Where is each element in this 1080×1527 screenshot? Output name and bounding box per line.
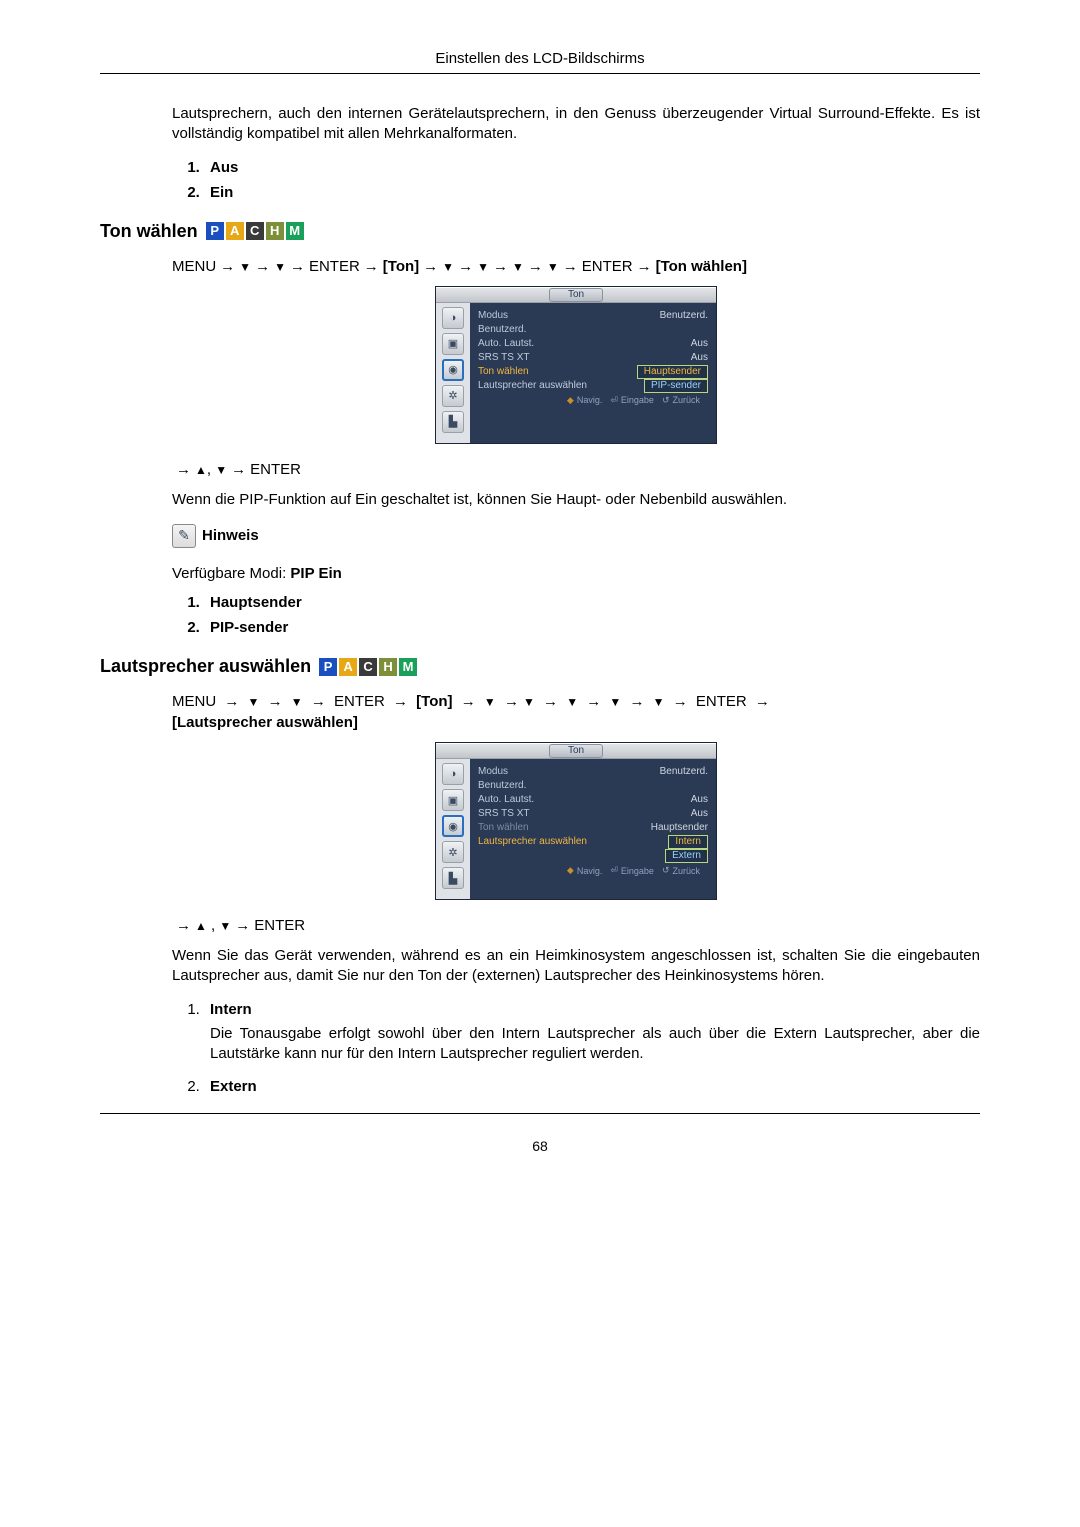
osd-label: Ton wählen bbox=[478, 821, 529, 835]
osd-value: PIP-sender bbox=[644, 379, 708, 393]
list-item: Aus bbox=[204, 159, 980, 176]
osd-value: Aus bbox=[691, 337, 708, 351]
osd-value: Benutzerd. bbox=[660, 309, 708, 323]
nav-token: ENTER bbox=[582, 258, 633, 275]
nav-token: ENTER bbox=[696, 693, 747, 710]
osd-value: Aus bbox=[691, 793, 708, 807]
osd-label: Lautsprecher auswählen bbox=[478, 379, 587, 393]
badge-m-icon: M bbox=[286, 222, 304, 240]
badge-p-icon: P bbox=[319, 658, 337, 676]
list-item: Intern Die Tonausgabe erfolgt sowohl übe… bbox=[204, 1001, 980, 1065]
badge-h-icon: H bbox=[379, 658, 397, 676]
note-line: ✎ Hinweis bbox=[172, 524, 980, 548]
osd-value: Aus bbox=[691, 351, 708, 365]
osd-selected-value: Hauptsender bbox=[637, 365, 708, 379]
sound-icon: ◉ bbox=[442, 359, 464, 381]
nav-token: MENU bbox=[172, 693, 216, 710]
nav-path-after-osd: →▲, ▼→ENTER bbox=[172, 459, 980, 480]
badge-h-icon: H bbox=[266, 222, 284, 240]
section-heading-ton-waehlen: Ton wählen P A C H M bbox=[100, 221, 980, 242]
sender-list: Hauptsender PIP-sender bbox=[172, 594, 980, 636]
nav-token: ENTER bbox=[250, 461, 301, 478]
osd-label: Modus bbox=[478, 765, 508, 779]
osd-selected-value: Intern bbox=[668, 835, 708, 849]
osd-label: Benutzerd. bbox=[478, 779, 526, 793]
section-title: Lautsprecher auswählen bbox=[100, 656, 311, 677]
available-modes: Verfügbare Modi: PIP Ein bbox=[172, 564, 980, 584]
nav-token: [Ton] bbox=[383, 258, 419, 275]
osd-label: Auto. Lautst. bbox=[478, 337, 534, 351]
osd-label: Benutzerd. bbox=[478, 323, 526, 337]
mode-badges: P A C H M bbox=[206, 222, 304, 240]
nav-token: [Ton] bbox=[416, 693, 452, 710]
intro-list: Aus Ein bbox=[172, 159, 980, 201]
list-item: Ein bbox=[204, 184, 980, 201]
badge-a-icon: A bbox=[226, 222, 244, 240]
osd-sidebar: ◑ ▣ ◉ ✲ ▙ bbox=[436, 303, 470, 443]
osd-label: Auto. Lautst. bbox=[478, 793, 534, 807]
osd-footer: ◆Navig. ⏎Eingabe ↺Zurück bbox=[478, 863, 708, 880]
osd-screenshot-ton-waehlen: Ton ◑ ▣ ◉ ✲ ▙ ModusBenutzerd. Benutzerd. bbox=[436, 287, 716, 443]
nav-token: [Lautsprecher auswählen] bbox=[172, 714, 358, 731]
pip-paragraph: Wenn die PIP-Funktion auf Ein geschaltet… bbox=[172, 490, 980, 510]
osd-screenshot-lautsprecher: Ton ◑ ▣ ◉ ✲ ▙ ModusBenutzerd. Benutzerd. bbox=[436, 743, 716, 899]
input-icon: ▣ bbox=[442, 789, 464, 811]
osd-sidebar: ◑ ▣ ◉ ✲ ▙ bbox=[436, 759, 470, 899]
speaker-list: Intern Die Tonausgabe erfolgt sowohl übe… bbox=[172, 1001, 980, 1096]
section-title: Ton wählen bbox=[100, 221, 198, 242]
heimkino-paragraph: Wenn Sie das Gerät verwenden, während es… bbox=[172, 946, 980, 987]
badge-c-icon: C bbox=[246, 222, 264, 240]
osd-label: SRS TS XT bbox=[478, 351, 530, 365]
osd-label: Lautsprecher auswählen bbox=[478, 835, 587, 849]
osd-label: Ton wählen bbox=[478, 365, 529, 379]
badge-m-icon: M bbox=[399, 658, 417, 676]
list-item: Extern bbox=[204, 1078, 980, 1095]
multi-icon: ▙ bbox=[442, 411, 464, 433]
osd-title: Ton bbox=[549, 744, 603, 758]
list-item-label: Extern bbox=[210, 1078, 257, 1095]
nav-path-ton-waehlen: MENU→▼→▼→ENTER→[Ton]→▼→▼→▼→▼→ENTER→[Ton … bbox=[172, 256, 980, 277]
osd-footer: ◆Navig. ⏎Eingabe ↺Zurück bbox=[478, 393, 708, 410]
nav-path-after-osd-2: →▲ , ▼→ENTER bbox=[172, 915, 980, 936]
badge-c-icon: C bbox=[359, 658, 377, 676]
nav-path-lautsprecher: MENU → ▼ → ▼ → ENTER → [Ton] → ▼ →▼ → ▼ … bbox=[172, 691, 980, 733]
page-number: 68 bbox=[0, 1138, 1080, 1154]
osd-label: Modus bbox=[478, 309, 508, 323]
footer-rule bbox=[100, 1113, 980, 1114]
note-icon: ✎ bbox=[172, 524, 196, 548]
nav-token: ENTER bbox=[334, 693, 385, 710]
nav-token: [Ton wählen] bbox=[656, 258, 747, 275]
list-item: Hauptsender bbox=[204, 594, 980, 611]
list-item-label: Intern bbox=[210, 1001, 252, 1018]
nav-token: ENTER bbox=[254, 917, 305, 934]
badge-p-icon: P bbox=[206, 222, 224, 240]
section-heading-lautsprecher: Lautsprecher auswählen P A C H M bbox=[100, 656, 980, 677]
badge-a-icon: A bbox=[339, 658, 357, 676]
picture-icon: ◑ bbox=[442, 763, 464, 785]
setup-icon: ✲ bbox=[442, 841, 464, 863]
osd-value: Aus bbox=[691, 807, 708, 821]
mode-badges: P A C H M bbox=[319, 658, 417, 676]
nav-token: MENU bbox=[172, 258, 216, 275]
list-item: PIP-sender bbox=[204, 619, 980, 636]
note-label: Hinweis bbox=[202, 527, 259, 544]
intro-paragraph: Lautsprechern, auch den internen Gerätel… bbox=[172, 104, 980, 145]
osd-value: Benutzerd. bbox=[660, 765, 708, 779]
picture-icon: ◑ bbox=[442, 307, 464, 329]
nav-token: ENTER bbox=[309, 258, 360, 275]
input-icon: ▣ bbox=[442, 333, 464, 355]
osd-value: Hauptsender bbox=[651, 821, 708, 835]
setup-icon: ✲ bbox=[442, 385, 464, 407]
osd-value: Extern bbox=[665, 849, 708, 863]
multi-icon: ▙ bbox=[442, 867, 464, 889]
sound-icon: ◉ bbox=[442, 815, 464, 837]
list-item-desc: Die Tonausgabe erfolgt sowohl über den I… bbox=[210, 1024, 980, 1065]
osd-title: Ton bbox=[549, 288, 603, 302]
page-header: Einstellen des LCD-Bildschirms bbox=[0, 50, 1080, 67]
osd-label: SRS TS XT bbox=[478, 807, 530, 821]
